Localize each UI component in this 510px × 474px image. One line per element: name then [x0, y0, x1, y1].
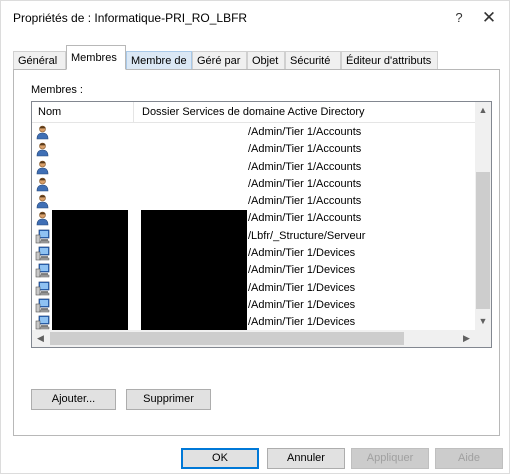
computer-icon: [35, 263, 50, 278]
members-list[interactable]: Nom Dossier Services de domaine Active D…: [31, 101, 492, 348]
redaction-box-folders: [141, 210, 247, 347]
members-panel: Membres : Nom Dossier Services de domain…: [13, 69, 500, 436]
user-icon: [35, 142, 50, 157]
member-folder: /Admin/Tier 1/Devices: [248, 298, 356, 311]
tab-security[interactable]: Sécurité: [285, 51, 341, 69]
member-folder: /Admin/Tier 1/Devices: [248, 281, 356, 294]
properties-dialog: Propriétés de : Informatique-PRI_RO_LBFR…: [0, 0, 510, 474]
help-button[interactable]: Aide: [435, 448, 503, 469]
help-icon[interactable]: ?: [448, 7, 470, 29]
member-folder: /Admin/Tier 1/Devices: [248, 264, 356, 277]
tab-member-of[interactable]: Membre de: [126, 51, 192, 69]
member-folder: /Admin/Tier 1/Accounts: [248, 143, 362, 156]
chevron-right-icon[interactable]: ▶: [458, 330, 475, 347]
member-folder: /Admin/Tier 1/Devices: [248, 247, 356, 260]
tab-managed-by[interactable]: Géré par: [192, 51, 247, 69]
column-header-folder[interactable]: Dossier Services de domaine Active Direc…: [142, 102, 472, 122]
title-bar: Propriétés de : Informatique-PRI_RO_LBFR…: [1, 1, 509, 35]
tab-object[interactable]: Objet: [247, 51, 285, 69]
horizontal-scrollbar[interactable]: ◀ ▶: [32, 330, 475, 347]
member-folder: /Admin/Tier 1/Accounts: [248, 195, 362, 208]
list-header: Nom Dossier Services de domaine Active D…: [32, 102, 475, 123]
column-divider[interactable]: [133, 102, 134, 122]
member-folder: /Admin/Tier 1/Accounts: [248, 126, 362, 138]
computer-icon: [35, 281, 50, 296]
list-item[interactable]: /Admin/Tier 1/Accounts: [32, 159, 475, 176]
column-header-name[interactable]: Nom: [38, 102, 133, 122]
tab-general[interactable]: Général: [13, 51, 66, 69]
member-folder: /Admin/Tier 1/Devices: [248, 316, 356, 329]
remove-button[interactable]: Supprimer: [126, 389, 211, 410]
computer-icon: [35, 298, 50, 313]
member-folder: /Lbfr/_Structure/Serveur: [248, 229, 366, 242]
add-button[interactable]: Ajouter...: [31, 389, 116, 410]
ok-button[interactable]: OK: [181, 448, 259, 469]
computer-icon: [35, 246, 50, 261]
members-section-label: Membres :: [31, 84, 83, 96]
user-icon: [35, 177, 50, 192]
chevron-left-icon[interactable]: ◀: [32, 330, 49, 347]
list-item[interactable]: /Admin/Tier 1/Accounts: [32, 124, 475, 141]
close-icon[interactable]: ✕: [478, 7, 500, 29]
tab-strip: Général Membres Membre de Géré par Objet…: [13, 45, 503, 70]
list-item[interactable]: /Admin/Tier 1/Accounts: [32, 193, 475, 210]
user-icon: [35, 160, 50, 175]
cancel-button[interactable]: Annuler: [267, 448, 345, 469]
apply-button[interactable]: Appliquer: [351, 448, 429, 469]
list-item[interactable]: /Admin/Tier 1/Accounts: [32, 176, 475, 193]
chevron-up-icon[interactable]: ▲: [475, 102, 491, 119]
tab-members[interactable]: Membres: [66, 45, 126, 70]
tab-attribute-editor[interactable]: Éditeur d'attributs: [341, 51, 438, 69]
vertical-scroll-thumb[interactable]: [476, 172, 490, 309]
member-folder: /Admin/Tier 1/Accounts: [248, 177, 362, 190]
list-item[interactable]: /Admin/Tier 1/Accounts: [32, 141, 475, 158]
chevron-down-icon[interactable]: ▼: [475, 313, 491, 330]
redaction-box-names: [52, 210, 128, 347]
computer-icon: [35, 229, 50, 244]
user-icon: [35, 194, 50, 209]
member-folder: /Admin/Tier 1/Accounts: [248, 160, 362, 173]
member-folder: /Admin/Tier 1/Accounts: [248, 212, 362, 225]
computer-icon: [35, 315, 50, 330]
horizontal-scroll-thumb[interactable]: [50, 332, 404, 345]
scrollbar-corner: [475, 330, 491, 347]
user-icon: [35, 211, 50, 226]
user-icon: [35, 125, 50, 140]
window-title: Propriétés de : Informatique-PRI_RO_LBFR: [13, 11, 248, 25]
vertical-scrollbar[interactable]: ▲ ▼: [475, 102, 491, 330]
